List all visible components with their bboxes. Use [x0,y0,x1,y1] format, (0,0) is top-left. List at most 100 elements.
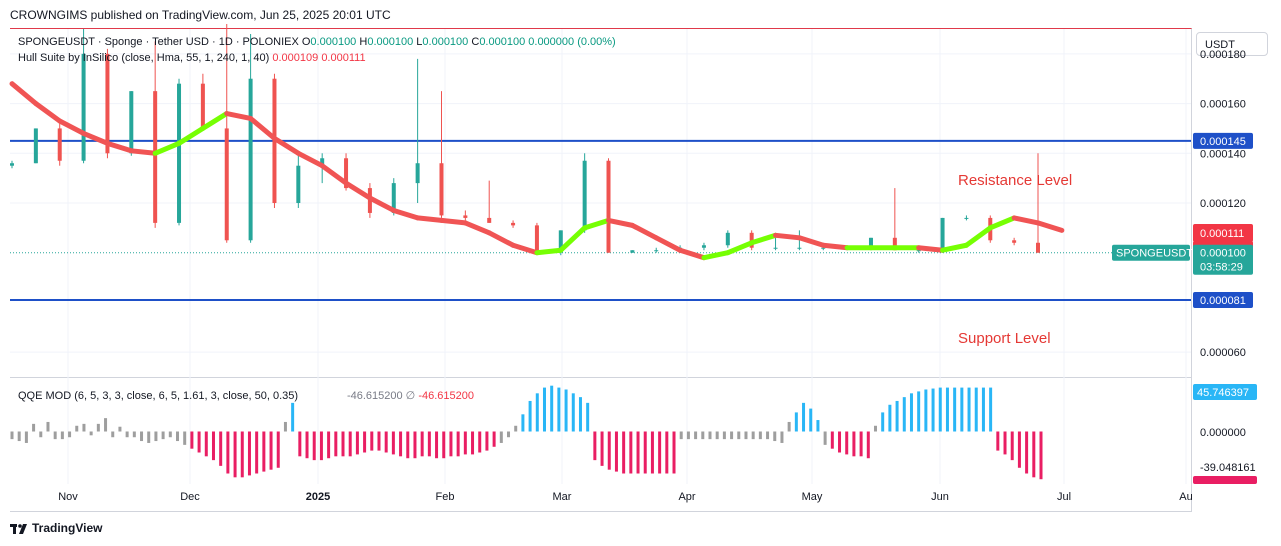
qqe-bar [154,431,158,442]
hull-segment [606,217,635,228]
qqe-bar [586,402,590,432]
hull-legend[interactable]: Hull Suite by InSilico (close, Hma, 55, … [18,52,366,64]
qqe-bar [456,431,460,457]
candle-body [606,160,611,253]
qqe-bar [46,421,50,432]
qqe-bar [636,431,640,474]
qqe-bar [996,431,1000,451]
qqe-bar [521,414,525,432]
qqe-bar [535,393,539,432]
qqe-bar [1003,431,1007,455]
hull-segment [773,232,802,241]
hull-segment [415,215,444,223]
price-tick-label: 0.000140 [1200,148,1246,160]
candle-body [200,83,205,129]
qqe-bar [255,431,259,474]
footer-brand[interactable]: TradingView [10,521,102,535]
candle-body [296,165,301,203]
hull-segment [486,230,516,248]
qqe-bar [125,431,129,438]
qqe-bar [550,385,554,432]
qqe-bar [773,431,777,442]
symbol-name: SPONGEUSDT · Sponge · Tether USD · 1D · … [18,36,299,48]
hull-segment [319,163,349,186]
qqe-bar [744,431,748,440]
qqe-bar [1039,431,1043,480]
symbol-legend[interactable]: SPONGEUSDT · Sponge · Tether USD · 1D · … [18,36,616,48]
qqe-bar [838,431,842,453]
level-price-label: 0.000145 [1200,136,1246,148]
qqe-bar [341,431,345,457]
hull-value-1: 0.000109 [272,52,319,64]
qqe-bar [981,387,985,432]
qqe-bar [794,412,798,432]
hull-segment [462,220,492,236]
qqe-value-label: 45.746397 [1197,387,1249,399]
hull-segment [295,150,325,169]
qqe-bar [593,431,597,461]
qqe-bar [1025,431,1029,474]
qqe-bar [974,387,978,432]
qqe-bar [823,431,827,445]
qqe-bar [629,431,633,474]
qqe-bar [276,431,280,468]
hull-segment [701,250,731,261]
qqe-bar [211,431,215,461]
qqe-bar [449,431,453,457]
qqe-bar [622,431,626,474]
qqe-bar [427,431,431,457]
qqe-value-1: -46.615200 [346,390,403,402]
qqe-bar [902,397,906,432]
candle-body [177,83,182,223]
hull-segment [629,222,659,241]
qqe-bar [809,408,813,432]
qqe-bar [219,431,223,466]
qqe-bar [319,431,323,461]
candle-body [964,217,969,219]
qqe-bar [60,431,64,440]
qqe-bar [377,431,381,451]
last-price-label: 0.000100 [1200,248,1246,260]
level-price-label: 0.000081 [1200,295,1246,307]
hull-segment [57,118,87,136]
qqe-bar [463,431,467,455]
hull-segment [438,217,468,226]
qqe-bar [24,431,28,443]
qqe-bar [492,431,496,447]
candle-body [81,53,86,161]
hull-segment [224,111,254,121]
hull-segment [104,140,134,154]
price-tick-label: 0.000180 [1200,49,1246,61]
qqe-bar [945,387,949,432]
qqe-bar [542,387,546,432]
qqe-bar [708,431,712,440]
qqe-bar [298,431,302,457]
candle-body [129,91,134,154]
qqe-bar [283,421,287,432]
hull-segment [510,242,540,256]
qqe-bar [909,393,913,432]
qqe-bar [161,431,165,440]
qqe-legend[interactable]: QQE MOD (6, 5, 3, 3, close, 6, 5, 1.61, … [18,389,474,402]
qqe-bar [888,404,892,432]
qqe-bar [730,431,734,440]
qqe-bar [1017,431,1021,468]
qqe-bar [931,388,935,432]
price-tick-label: 0.000160 [1200,99,1246,111]
qqe-bar [1010,431,1014,461]
qqe-bar [75,425,79,432]
hull-segment [940,242,969,253]
qqe-bar [176,431,180,442]
hull-segment [33,101,63,124]
qqe-bar [751,431,755,440]
qqe-bar [672,431,676,474]
qqe-bar [485,431,489,451]
time-tick-label: Apr [678,491,695,503]
hull-segment [1011,215,1041,226]
qqe-bar [406,431,410,459]
qqe-bar [866,431,870,459]
candle-body [630,250,635,253]
qqe-bar [845,431,849,455]
time-tick-label: 2025 [306,491,330,503]
price-chart[interactable]: 0.000180 0.000160 0.000140 0.000120 0.000060… [0,0,1281,546]
